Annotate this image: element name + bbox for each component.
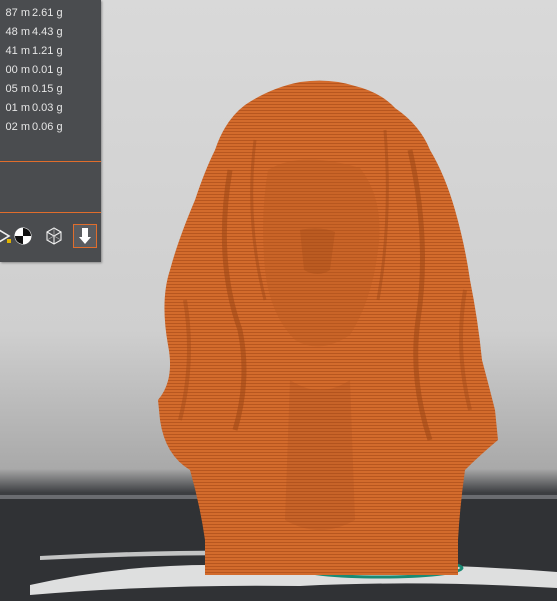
stat-row: 05 m 0.15 g: [0, 80, 101, 99]
stat-length: 48 m: [5, 26, 30, 38]
section-divider: [0, 212, 101, 213]
stat-row: 48 m 4.43 g: [0, 23, 101, 42]
stat-row: 87 m 2.61 g: [0, 4, 101, 23]
stat-length: 87 m: [5, 7, 30, 19]
stat-length: 02 m: [5, 121, 30, 133]
stat-length: 01 m: [5, 102, 30, 114]
stat-weight: 0.15 g: [32, 83, 63, 95]
sliced-model[interactable]: [155, 80, 500, 580]
stat-length: 41 m: [5, 45, 30, 57]
stat-weight: 4.43 g: [32, 26, 63, 38]
stat-row: 01 m 0.03 g: [0, 99, 101, 118]
stat-weight: 0.01 g: [32, 64, 63, 76]
stat-weight: 0.06 g: [32, 121, 63, 133]
stat-row: 00 m 0.01 g: [0, 61, 101, 80]
stat-weight: 1.21 g: [32, 45, 63, 57]
export-icon[interactable]: [73, 224, 97, 248]
wireframe-cube-icon[interactable]: [42, 224, 66, 248]
section-divider: [0, 161, 101, 162]
stat-weight: 2.61 g: [32, 7, 63, 19]
stat-length: 05 m: [5, 83, 30, 95]
stat-length: 00 m: [5, 64, 30, 76]
stat-weight: 0.03 g: [32, 102, 63, 114]
filament-stats-list: 87 m 2.61 g 48 m 4.43 g 41 m 1.21 g 00 m…: [0, 4, 101, 137]
center-of-mass-icon[interactable]: [11, 224, 35, 248]
stats-panel: 87 m 2.61 g 48 m 4.43 g 41 m 1.21 g 00 m…: [0, 0, 101, 262]
stat-row: 41 m 1.21 g: [0, 42, 101, 61]
view-toolbar: [0, 224, 101, 250]
stat-row: 02 m 0.06 g: [0, 118, 101, 137]
